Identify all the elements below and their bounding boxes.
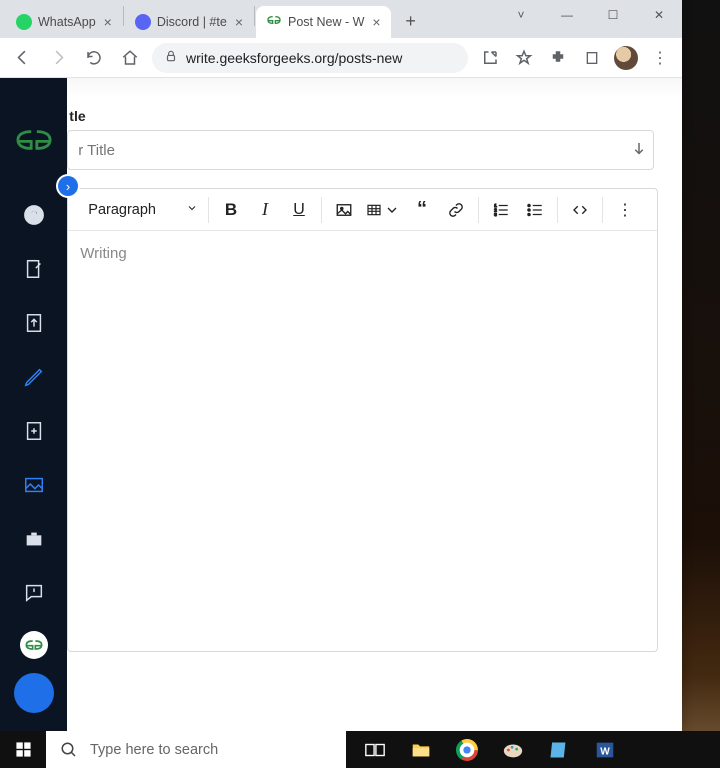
feedback-icon[interactable] (22, 581, 46, 605)
tab-strip: WhatsApp × Discord | #te × Post New - W … (0, 0, 682, 38)
underline-button[interactable]: U (287, 198, 311, 222)
block-type-label: Paragraph (88, 202, 156, 218)
maximize-button[interactable]: ☐ (590, 0, 636, 30)
chevron-down-icon (186, 202, 198, 218)
chevron-down-icon[interactable]: ˅ (498, 0, 544, 30)
discord-icon (135, 14, 151, 30)
svg-text:?: ? (30, 208, 38, 223)
task-view-icon[interactable] (362, 737, 388, 763)
editor-placeholder: Writing (80, 245, 126, 262)
tab-label: WhatsApp (38, 15, 96, 29)
reload-button[interactable] (80, 44, 108, 72)
profile-avatar[interactable] (612, 44, 640, 72)
url-text: write.geeksforgeeks.org/posts-new (186, 50, 402, 66)
image-icon[interactable] (22, 473, 46, 497)
start-button[interactable] (0, 731, 46, 768)
link-button[interactable] (444, 198, 468, 222)
title-input[interactable] (67, 130, 654, 170)
toolbar-more-icon[interactable]: ⋮ (613, 198, 637, 222)
close-window-button[interactable]: ✕ (636, 0, 682, 30)
tab-discord[interactable]: Discord | #te × (125, 6, 253, 38)
write-icon[interactable] (22, 365, 46, 389)
add-doc-icon[interactable] (22, 419, 46, 443)
expand-sidebar-button[interactable]: › (58, 176, 78, 196)
gfg-round-icon[interactable] (20, 631, 48, 659)
taskbar-search[interactable]: Type here to search (46, 731, 346, 768)
help-icon[interactable]: ? (22, 203, 46, 227)
table-button[interactable] (366, 198, 400, 222)
code-button[interactable] (568, 198, 592, 222)
briefcase-icon[interactable] (22, 527, 46, 551)
svg-text:3: 3 (494, 212, 497, 217)
quote-button[interactable]: “ (410, 198, 434, 222)
block-type-selector[interactable]: Paragraph (78, 202, 208, 218)
editor-toolbar: Paragraph B I U (68, 189, 657, 231)
bold-button[interactable]: B (219, 198, 243, 222)
extensions-icon[interactable] (544, 44, 572, 72)
italic-button[interactable]: I (253, 198, 277, 222)
editor-content-area[interactable]: Writing (68, 231, 657, 651)
word-app-icon[interactable]: W (592, 737, 618, 763)
chrome-window: WhatsApp × Discord | #te × Post New - W … (0, 0, 682, 731)
desktop-background: WhatsApp × Discord | #te × Post New - W … (0, 0, 720, 768)
lock-icon (164, 49, 178, 66)
image-button[interactable] (332, 198, 356, 222)
tab-post-new[interactable]: Post New - W × (256, 6, 391, 38)
title-dropdown-icon[interactable] (630, 140, 648, 163)
close-icon[interactable]: × (372, 14, 380, 30)
rich-text-editor: Paragraph B I U (67, 188, 658, 652)
action-fab[interactable] (14, 673, 54, 713)
search-icon (60, 741, 78, 759)
notepad-app-icon[interactable] (546, 737, 572, 763)
window-controls: ˅ — ☐ ✕ (498, 0, 682, 30)
tab-label: Discord | #te (157, 15, 227, 29)
forward-button[interactable] (44, 44, 72, 72)
tab-separator (123, 6, 124, 26)
whatsapp-icon (16, 14, 32, 30)
notes-icon[interactable] (22, 257, 46, 281)
new-tab-button[interactable]: + (397, 11, 425, 32)
url-bar: write.geeksforgeeks.org/posts-new ⋮ (0, 38, 682, 78)
gfg-logo[interactable] (13, 126, 55, 159)
upload-doc-icon[interactable] (22, 311, 46, 335)
tab-separator (254, 6, 255, 26)
close-icon[interactable]: × (235, 14, 243, 30)
gfg-icon (266, 14, 282, 30)
title-field-label: tle (69, 108, 658, 124)
page-content: ? (0, 78, 682, 731)
unordered-list-button[interactable] (523, 198, 547, 222)
windows-taskbar: Type here to search W (0, 731, 720, 768)
reading-list-icon[interactable] (578, 44, 606, 72)
taskbar-apps: W (346, 731, 634, 768)
tab-label: Post New - W (288, 15, 364, 29)
bookmark-star-icon[interactable] (510, 44, 538, 72)
paint-app-icon[interactable] (500, 737, 526, 763)
back-button[interactable] (8, 44, 36, 72)
share-icon[interactable] (476, 44, 504, 72)
home-button[interactable] (116, 44, 144, 72)
tab-whatsapp[interactable]: WhatsApp × (6, 6, 122, 38)
file-explorer-icon[interactable] (408, 737, 434, 763)
app-sidebar: ? (0, 78, 67, 731)
ordered-list-button[interactable]: 123 (489, 198, 513, 222)
minimize-button[interactable]: — (544, 0, 590, 30)
editor-main: tle Paragraph (67, 78, 682, 731)
chrome-app-icon[interactable] (454, 737, 480, 763)
close-icon[interactable]: × (104, 14, 112, 30)
chrome-menu-icon[interactable]: ⋮ (646, 44, 674, 72)
address-bar[interactable]: write.geeksforgeeks.org/posts-new (152, 43, 468, 73)
search-placeholder: Type here to search (90, 742, 218, 758)
svg-text:W: W (600, 746, 610, 757)
